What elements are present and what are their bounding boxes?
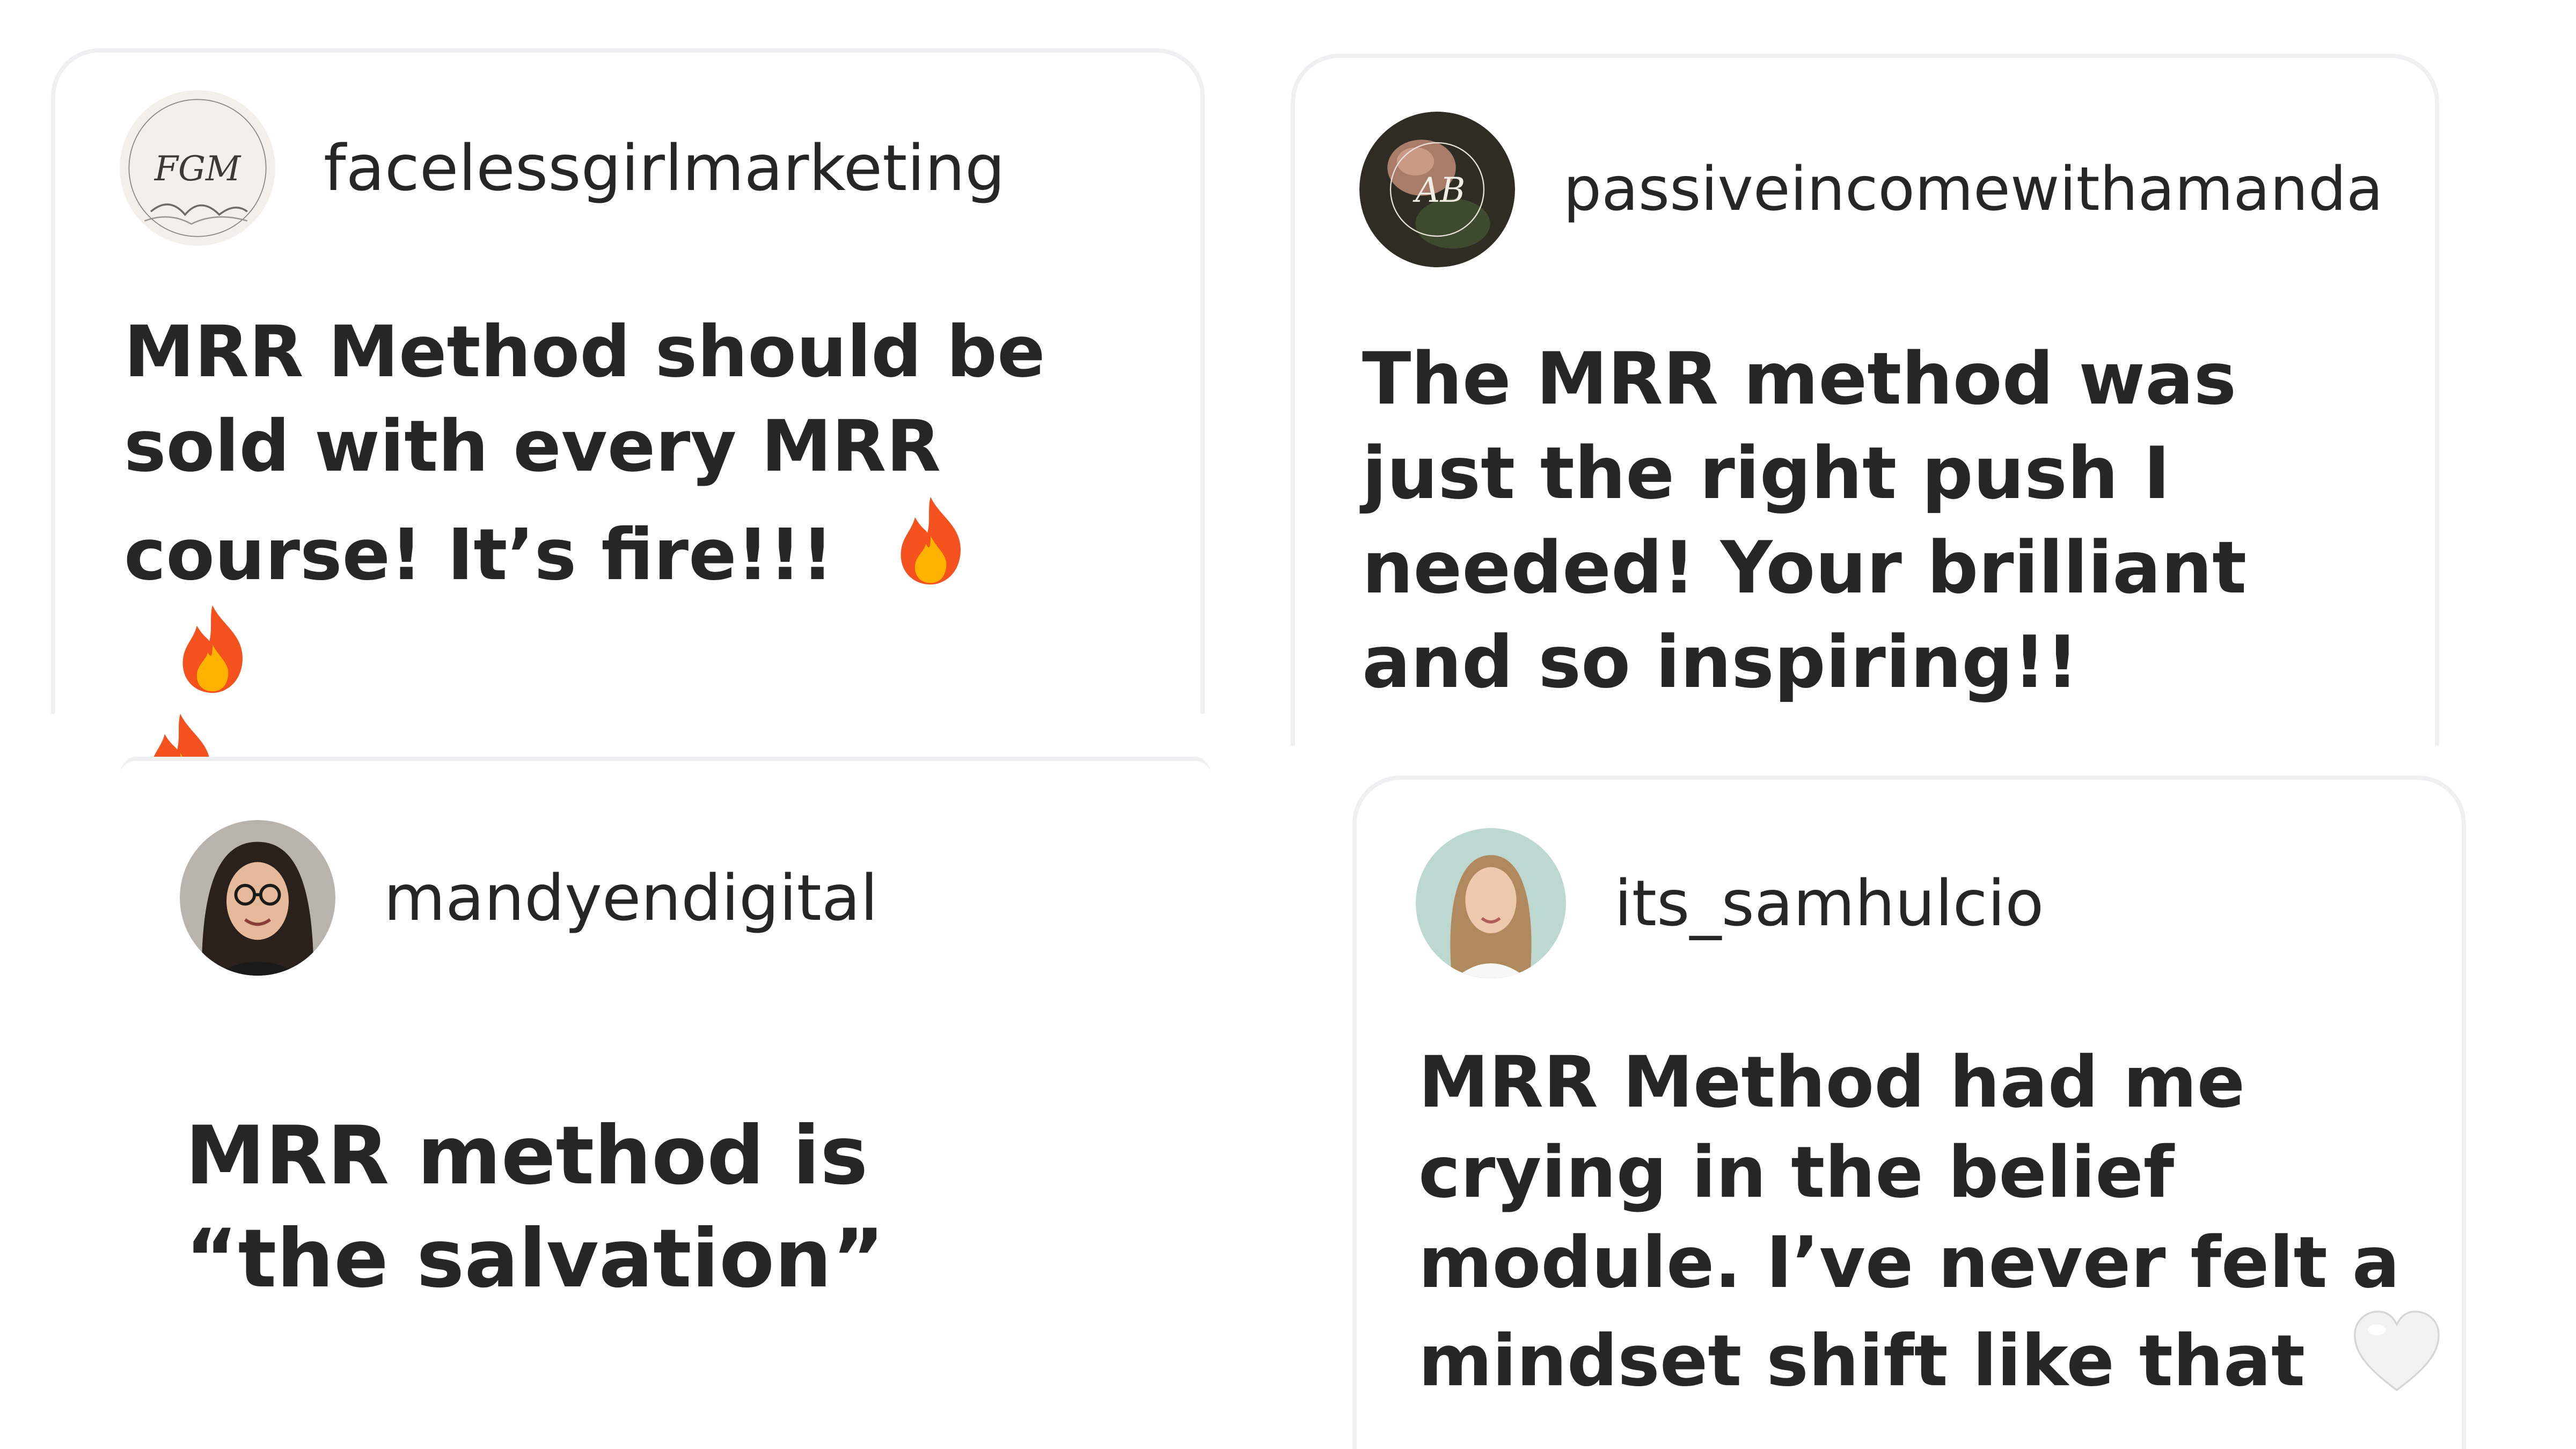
comment-card: mandyendigital MRR method is “the salvat… bbox=[121, 757, 1210, 1449]
comment-header: FGM facelessgirlmarketing bbox=[120, 90, 1005, 246]
comment-header: its_samhulcio bbox=[1416, 828, 2044, 978]
avatar[interactable]: AB bbox=[1359, 112, 1515, 267]
avatar[interactable] bbox=[1416, 828, 1566, 978]
comment-header: AB passiveincomewithamanda bbox=[1359, 112, 2383, 267]
svg-text:FGM: FGM bbox=[154, 149, 241, 189]
comment-text: MRR Method had me crying in the belief m… bbox=[1418, 1037, 2449, 1406]
username[interactable]: mandyendigital bbox=[384, 861, 878, 935]
username[interactable]: passiveincomewithamanda bbox=[1563, 155, 2383, 224]
avatar[interactable]: FGM bbox=[120, 90, 275, 246]
avatar[interactable] bbox=[180, 820, 335, 976]
white-heart-emoji bbox=[2351, 1308, 2442, 1394]
fire-emoji bbox=[172, 602, 253, 696]
comment-card: AB passiveincomewithamanda The MRR metho… bbox=[1291, 54, 2439, 746]
fire-emoji bbox=[890, 494, 971, 588]
svg-text:AB: AB bbox=[1413, 171, 1465, 210]
ab-logo-icon: AB bbox=[1359, 112, 1515, 267]
comment-text: MRR method is “the salvation” bbox=[185, 1109, 885, 1306]
comment-card: FGM facelessgirlmarketing MRR Method sho… bbox=[51, 48, 1205, 802]
profile-photo-icon bbox=[180, 820, 335, 976]
comment-card: its_samhulcio MRR Method had me crying i… bbox=[1352, 775, 2466, 1449]
fgm-logo-icon: FGM bbox=[120, 90, 275, 246]
comment-header: mandyendigital bbox=[180, 820, 878, 976]
profile-photo-icon bbox=[1416, 828, 1566, 978]
username[interactable]: facelessgirlmarketing bbox=[324, 131, 1005, 205]
comment-text: MRR Method should be sold with every MRR… bbox=[124, 305, 1090, 819]
comment-text: The MRR method was just the right push I… bbox=[1362, 337, 2247, 704]
username[interactable]: its_samhulcio bbox=[1614, 866, 2044, 940]
